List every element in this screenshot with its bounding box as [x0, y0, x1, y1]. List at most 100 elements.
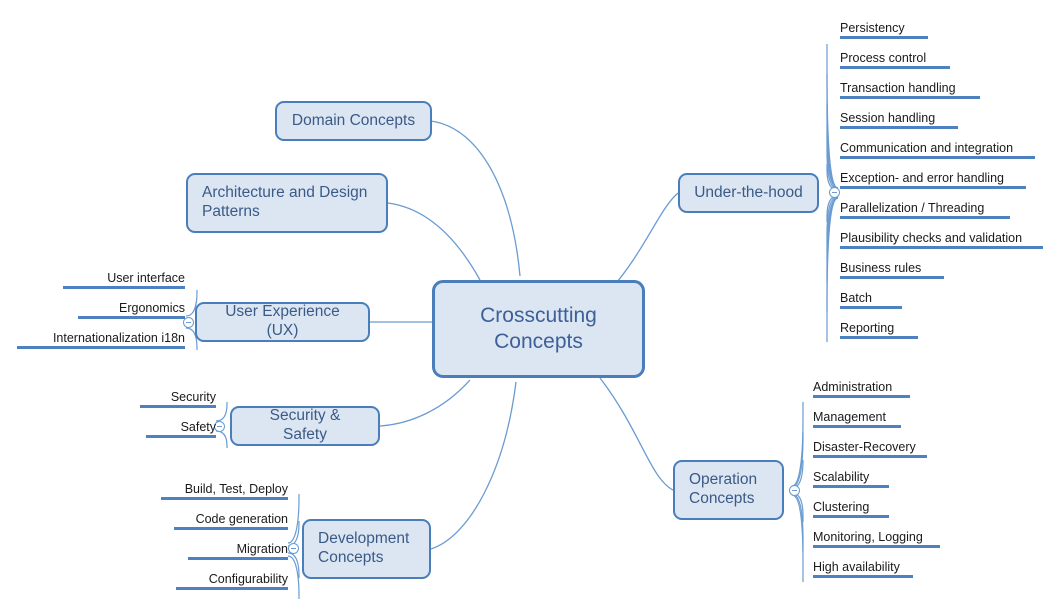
- leaf-label-configurability: Configurability: [208, 572, 288, 586]
- leaf-monitoring-logging[interactable]: Monitoring, Logging: [813, 530, 940, 548]
- leaf-label-administration: Administration: [813, 380, 893, 394]
- leaf-ergonomics[interactable]: Ergonomics: [78, 301, 185, 319]
- leaf-underline: [813, 545, 940, 548]
- edge-ops-fan-2: [791, 432, 804, 488]
- leaf-underline: [813, 485, 889, 488]
- leaf-label-management: Management: [813, 410, 886, 424]
- branch-label-operation-concepts: Operation Concepts: [689, 471, 758, 507]
- leaf-label-plausibility-checks-and-validation: Plausibility checks and validation: [840, 231, 1023, 245]
- edge-sec-fan-bottom: [215, 430, 228, 448]
- leaf-parallelization-threading[interactable]: Parallelization / Threading: [840, 201, 1010, 219]
- leaf-label-communication-and-integration: Communication and integration: [840, 141, 1014, 155]
- edge-root-domain-concepts: [430, 120, 521, 277]
- leaf-underline: [176, 587, 288, 590]
- edge-hood-fan-2: [826, 74, 839, 189]
- leaf-security[interactable]: Security: [140, 390, 216, 408]
- leaf-label-migration: Migration: [236, 542, 288, 556]
- collapser-under-the-hood[interactable]: [829, 187, 840, 198]
- edge-root-architecture: [387, 202, 481, 281]
- branch-label-user-experience-ux: User Experience (UX): [225, 303, 340, 339]
- edge-hood-fan-9: [826, 197, 839, 282]
- leaf-internationalization-i18n[interactable]: Internationalization i18n: [17, 331, 185, 349]
- leaf-underline: [840, 156, 1035, 159]
- leaf-configurability[interactable]: Configurability: [176, 572, 288, 590]
- edge-hood-fan-3: [826, 104, 839, 189]
- leaf-underline: [840, 186, 1026, 189]
- leaf-clustering[interactable]: Clustering: [813, 500, 889, 518]
- leaf-reporting[interactable]: Reporting: [840, 321, 918, 339]
- leaf-label-build-test-deploy: Build, Test, Deploy: [184, 482, 288, 496]
- root-node[interactable]: Crosscutting Concepts: [432, 280, 645, 378]
- edge-root-security-safety: [379, 379, 471, 427]
- branch-node-under-the-hood[interactable]: Under-the-hood: [678, 173, 819, 213]
- leaf-label-business-rules: Business rules: [840, 261, 922, 275]
- edge-root-development-concepts: [430, 381, 517, 550]
- leaf-underline: [146, 435, 216, 438]
- leaf-underline: [140, 405, 216, 408]
- leaf-user-interface[interactable]: User interface: [63, 271, 185, 289]
- edge-dev-fan-1: [287, 494, 300, 544]
- leaf-batch[interactable]: Batch: [840, 291, 902, 309]
- branch-label-under-the-hood: Under-the-hood: [694, 183, 803, 201]
- leaf-exception-and-error-handling[interactable]: Exception- and error handling: [840, 171, 1026, 189]
- leaf-transaction-handling[interactable]: Transaction handling: [840, 81, 980, 99]
- edge-dev-fan-3: [287, 552, 300, 578]
- leaf-label-transaction-handling: Transaction handling: [840, 81, 956, 95]
- leaf-label-clustering: Clustering: [813, 500, 870, 514]
- leaf-safety[interactable]: Safety: [146, 420, 216, 438]
- leaf-plausibility-checks-and-validation[interactable]: Plausibility checks and validation: [840, 231, 1043, 249]
- edge-hood-fan-1: [826, 44, 839, 189]
- branch-node-security-and-safety[interactable]: Security & Safety: [230, 406, 380, 446]
- edge-hood-fan-11: [826, 197, 839, 342]
- leaf-label-scalability: Scalability: [813, 470, 870, 484]
- edge-ops-fan-1: [791, 402, 804, 487]
- leaf-underline: [813, 575, 913, 578]
- leaf-high-availability[interactable]: High availability: [813, 560, 913, 578]
- branch-node-domain-concepts[interactable]: Domain Concepts: [275, 101, 432, 141]
- branch-node-development-concepts[interactable]: Development Concepts: [302, 519, 431, 579]
- leaf-session-handling[interactable]: Session handling: [840, 111, 958, 129]
- leaf-label-internationalization-i18n: Internationalization i18n: [52, 331, 185, 345]
- leaf-label-exception-and-error-handling: Exception- and error handling: [840, 171, 1004, 185]
- branch-label-security-and-safety: Security & Safety: [269, 407, 341, 443]
- leaf-scalability[interactable]: Scalability: [813, 470, 889, 488]
- leaf-persistency[interactable]: Persistency: [840, 21, 928, 39]
- leaf-process-control[interactable]: Process control: [840, 51, 950, 69]
- branch-label-domain-concepts: Domain Concepts: [291, 111, 416, 129]
- leaf-underline: [840, 216, 1010, 219]
- edge-ops-fan-3: [791, 459, 804, 489]
- leaf-underline: [813, 425, 901, 428]
- branch-label-development-concepts: Development Concepts: [318, 530, 410, 566]
- branch-label-architecture-and-design-patterns: Architecture and Design Patterns: [202, 184, 368, 220]
- leaf-label-ergonomics: Ergonomics: [119, 301, 185, 315]
- edge-sec-fan-top: [215, 402, 228, 422]
- edge-ops-fan-6: [791, 493, 804, 552]
- leaf-underline: [840, 336, 918, 339]
- leaf-business-rules[interactable]: Business rules: [840, 261, 944, 279]
- leaf-code-generation[interactable]: Code generation: [174, 512, 288, 530]
- root-node-label: Crosscutting Concepts: [480, 304, 597, 353]
- branch-node-architecture-and-design-patterns[interactable]: Architecture and Design Patterns: [186, 173, 388, 233]
- leaf-underline: [840, 276, 944, 279]
- leaf-underline: [17, 346, 185, 349]
- leaf-communication-and-integration[interactable]: Communication and integration: [840, 141, 1035, 159]
- collapser-development-concepts[interactable]: [288, 543, 299, 554]
- leaf-underline: [840, 306, 902, 309]
- edge-dev-fan-4: [287, 555, 300, 599]
- leaf-disaster-recovery[interactable]: Disaster-Recovery: [813, 440, 927, 458]
- leaf-underline: [840, 36, 928, 39]
- leaf-underline: [78, 316, 185, 319]
- leaf-underline: [840, 246, 1043, 249]
- branch-node-user-experience-ux[interactable]: User Experience (UX): [195, 302, 370, 342]
- leaf-migration[interactable]: Migration: [188, 542, 288, 560]
- edge-ops-fan-7: [791, 494, 804, 582]
- edge-root-under-the-hood: [611, 192, 679, 289]
- branch-node-operation-concepts[interactable]: Operation Concepts: [673, 460, 784, 520]
- leaf-administration[interactable]: Administration: [813, 380, 910, 398]
- leaf-management[interactable]: Management: [813, 410, 901, 428]
- leaf-label-batch: Batch: [840, 291, 872, 305]
- collapser-operation-concepts[interactable]: [789, 485, 800, 496]
- leaf-build-test-deploy[interactable]: Build, Test, Deploy: [161, 482, 288, 500]
- leaf-label-persistency: Persistency: [840, 21, 905, 35]
- leaf-underline: [840, 66, 950, 69]
